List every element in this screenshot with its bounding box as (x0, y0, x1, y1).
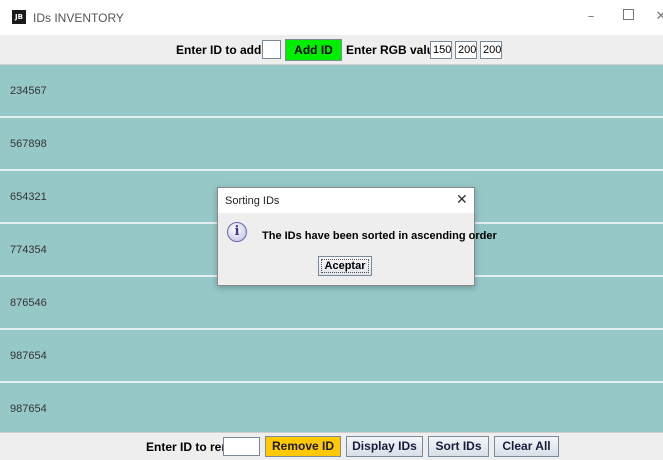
window-titlebar: JB IDs INVENTORY – ✕ (0, 0, 663, 35)
clear-all-button[interactable]: Clear All (494, 436, 559, 457)
add-id-button[interactable]: Add ID (285, 39, 342, 61)
id-value: 876546 (10, 297, 47, 309)
list-item: 987654 (0, 330, 663, 381)
remove-id-button[interactable]: Remove ID (265, 436, 341, 457)
app-logo-icon: JB (12, 10, 26, 24)
dialog-title: Sorting IDs (225, 195, 280, 207)
add-toolbar: Enter ID to add: Add ID Enter RGB values… (0, 35, 663, 65)
rgb-red-input[interactable]: 150 (430, 41, 452, 59)
id-value: 774354 (10, 244, 47, 256)
list-item: 987654 (0, 383, 663, 432)
info-icon: i (227, 222, 247, 242)
rgb-blue-input[interactable]: 200 (480, 41, 502, 59)
display-ids-button[interactable]: Display IDs (346, 436, 423, 457)
minimize-button[interactable]: – (583, 9, 599, 25)
remove-id-input[interactable] (223, 437, 260, 456)
window-title: IDs INVENTORY (33, 11, 124, 25)
id-value: 654321 (10, 191, 47, 203)
close-window-button[interactable]: ✕ (653, 9, 663, 25)
dialog-titlebar: Sorting IDs ✕ (218, 188, 474, 213)
dialog-ok-button[interactable]: Aceptar (318, 256, 372, 276)
id-value: 987654 (10, 350, 47, 362)
id-value: 234567 (10, 85, 47, 97)
dialog-close-button[interactable]: ✕ (456, 192, 468, 208)
maximize-icon (622, 9, 634, 20)
list-item: 567898 (0, 118, 663, 169)
add-id-label: Enter ID to add: (176, 43, 266, 57)
action-toolbar: Enter ID to remove: Remove ID Display ID… (0, 432, 663, 460)
rgb-green-input[interactable]: 200 (455, 41, 477, 59)
list-item: 234567 (0, 65, 663, 116)
maximize-button[interactable] (620, 9, 636, 25)
dialog-message: The IDs have been sorted in ascending or… (262, 230, 497, 242)
id-value: 567898 (10, 138, 47, 150)
sorting-dialog: Sorting IDs ✕ i The IDs have been sorted… (217, 187, 497, 286)
sort-ids-button[interactable]: Sort IDs (428, 436, 489, 457)
add-id-input[interactable] (262, 40, 281, 59)
id-value: 987654 (10, 403, 47, 415)
